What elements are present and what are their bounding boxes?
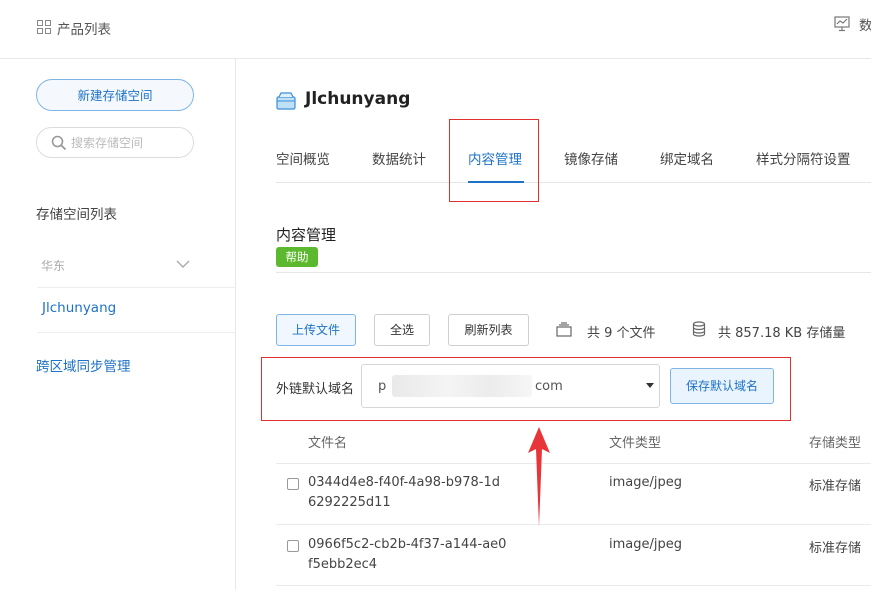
table-header-divider bbox=[276, 463, 871, 464]
annotation-arrow-icon bbox=[528, 427, 550, 527]
product-list-link[interactable]: 产品列表 bbox=[57, 18, 111, 38]
bucket-icon bbox=[276, 92, 296, 110]
region-selector[interactable]: 华东 bbox=[37, 254, 235, 288]
table-row-file-type: image/jpeg bbox=[609, 475, 682, 490]
annotation-highlight-tab bbox=[449, 119, 539, 202]
save-default-domain-button[interactable]: 保存默认域名 bbox=[670, 368, 774, 404]
sidebar-item-bucket[interactable]: Jlchunyang bbox=[42, 300, 116, 316]
tabs-divider bbox=[276, 182, 871, 183]
data-center-link[interactable]: 数 bbox=[859, 14, 871, 34]
search-icon bbox=[51, 135, 67, 151]
select-all-button[interactable]: 全选 bbox=[374, 314, 430, 346]
tab-mirror-storage[interactable]: 镜像存储 bbox=[564, 148, 618, 168]
table-row-divider bbox=[276, 585, 871, 586]
grid-icon bbox=[37, 20, 51, 34]
tab-statistics[interactable]: 数据统计 bbox=[372, 148, 426, 168]
row-checkbox[interactable] bbox=[287, 478, 299, 490]
bucket-search-input[interactable] bbox=[71, 133, 186, 153]
sidebar-divider bbox=[235, 58, 236, 590]
file-name-line: 0344d4e8-f40f-4a98-b978-1d bbox=[308, 475, 500, 490]
sidebar-divider-line bbox=[37, 332, 235, 333]
files-icon bbox=[556, 322, 572, 337]
column-header-file-name[interactable]: 文件名 bbox=[308, 432, 347, 451]
column-header-storage-type[interactable]: 存储类型 bbox=[809, 432, 861, 451]
bucket-search bbox=[36, 127, 194, 158]
table-row-file-name[interactable]: 0966f5c2-cb2b-4f37-a144-ae0 f5ebb2ec4 bbox=[308, 535, 508, 575]
domain-redacted-blur bbox=[392, 375, 532, 397]
domain-value-prefix: p bbox=[378, 379, 387, 394]
database-icon bbox=[692, 321, 706, 337]
tab-overview[interactable]: 空间概览 bbox=[276, 148, 330, 168]
table-row-file-name[interactable]: 0344d4e8-f40f-4a98-b978-1d 6292225d11 bbox=[308, 473, 508, 513]
default-domain-label: 外链默认域名 bbox=[276, 382, 355, 397]
table-row-storage-type: 标准存储 bbox=[809, 479, 862, 494]
file-name-line: 0966f5c2-cb2b-4f37-a144-ae0 bbox=[308, 537, 507, 552]
bucket-list-heading: 存储空间列表 bbox=[36, 207, 117, 223]
domain-value-suffix: com bbox=[535, 379, 563, 394]
cross-region-sync-link[interactable]: 跨区域同步管理 bbox=[36, 355, 131, 375]
dropdown-arrow-icon bbox=[646, 383, 654, 388]
table-row-divider bbox=[276, 524, 871, 525]
upload-file-button[interactable]: 上传文件 bbox=[276, 314, 356, 346]
help-button[interactable]: 帮助 bbox=[276, 247, 318, 267]
chart-icon bbox=[834, 16, 850, 32]
tab-style-separator[interactable]: 样式分隔符设置 bbox=[756, 148, 851, 168]
default-domain-select[interactable]: p com bbox=[361, 364, 660, 408]
file-name-line: 6292225d11 bbox=[308, 495, 391, 510]
table-row-file-type: image/jpeg bbox=[609, 537, 682, 552]
table-row-storage-type: 标准存储 bbox=[809, 541, 862, 556]
storage-usage: 共 857.18 KB 存储量 bbox=[718, 326, 846, 341]
region-label: 华东 bbox=[41, 259, 66, 273]
tab-bind-domain[interactable]: 绑定域名 bbox=[660, 148, 714, 168]
section-title: 内容管理 bbox=[276, 226, 337, 244]
new-bucket-button[interactable]: 新建存储空间 bbox=[36, 79, 194, 111]
file-count: 共 9 个文件 bbox=[587, 326, 656, 341]
refresh-list-button[interactable]: 刷新列表 bbox=[448, 314, 529, 346]
column-header-file-type[interactable]: 文件类型 bbox=[609, 432, 661, 451]
top-bar: 产品列表 数 bbox=[0, 0, 871, 59]
row-checkbox[interactable] bbox=[287, 540, 299, 552]
file-name-line: f5ebb2ec4 bbox=[308, 557, 378, 572]
bucket-title: Jlchunyang bbox=[305, 89, 411, 109]
chevron-down-icon bbox=[176, 260, 190, 268]
section-divider bbox=[276, 272, 871, 273]
